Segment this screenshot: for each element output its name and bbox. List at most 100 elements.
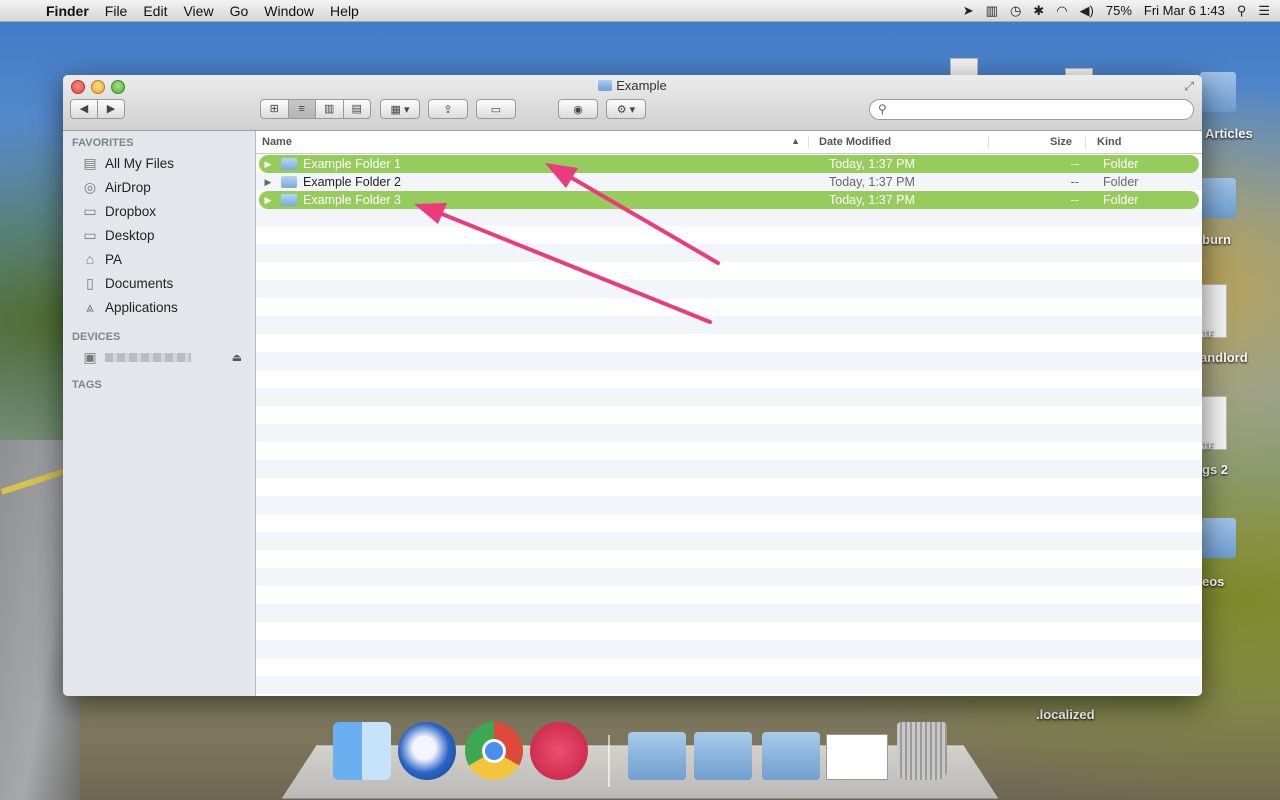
sidebar-item-desktop[interactable]: ▭ Desktop (63, 223, 255, 247)
sidebar-item-dropbox[interactable]: ▭ Dropbox (63, 199, 255, 223)
sidebar-item-home[interactable]: ⌂ PA (63, 247, 255, 271)
chrome-icon[interactable] (465, 722, 523, 780)
list-header: Name ▲ Date Modified Size Kind (256, 131, 1202, 154)
list-row-example-folder-3[interactable]: ▶ Example Folder 3 Today, 1:37 PM -- Fol… (259, 191, 1199, 209)
icon-view-button[interactable]: ⊞ (261, 100, 289, 118)
share-button[interactable]: ⇪ (428, 99, 468, 119)
list-row-example-folder-1[interactable]: ▶ Example Folder 1 Today, 1:37 PM -- Fol… (259, 155, 1199, 173)
skitch-icon[interactable] (530, 722, 588, 780)
skitch-icon[interactable]: ➤ (963, 3, 974, 19)
column-view-button[interactable]: ▥ (316, 100, 344, 118)
sidebar-item-label: PA (105, 251, 123, 267)
row-stripe (256, 442, 1202, 460)
fullscreen-icon[interactable]: ⤢ (1184, 79, 1194, 94)
row-stripe (256, 640, 1202, 658)
row-stripe (256, 622, 1202, 640)
search-icon: ⚲ (878, 102, 887, 116)
sidebar-item-all-my-files[interactable]: ▤ All My Files (63, 151, 255, 175)
row-stripe (256, 316, 1202, 334)
sidebar-item-documents[interactable]: ▯ Documents (63, 271, 255, 295)
sidebar-item-label: Desktop (105, 227, 155, 243)
arrange-button[interactable]: ▦ ▾ (380, 99, 420, 119)
sidebar-item-airdrop[interactable]: ◎ AirDrop (63, 175, 255, 199)
search-field[interactable]: ⚲ (869, 99, 1194, 120)
sidebar-item-device[interactable]: ▣ ⏏ (63, 345, 255, 369)
row-size: -- (1070, 157, 1079, 171)
thunderbird-icon[interactable] (398, 722, 456, 780)
time-machine-icon[interactable]: ◷ (1010, 3, 1021, 19)
row-stripe (256, 406, 1202, 424)
row-stripe (256, 514, 1202, 532)
sidebar-header-favorites: FAVORITES (72, 137, 134, 149)
device-name-redacted (105, 352, 191, 362)
sidebar-header-tags: TAGS (72, 379, 102, 391)
menu-go[interactable]: Go (222, 3, 257, 19)
row-name: Example Folder 2 (303, 175, 401, 189)
cover-flow-button[interactable]: ▤ (344, 100, 371, 118)
column-header-date-modified[interactable]: Date Modified (809, 136, 989, 148)
menu-finder[interactable]: Finder (44, 3, 97, 19)
clock[interactable]: Fri Mar 6 1:43 (1144, 3, 1225, 18)
folder-icon[interactable] (762, 732, 820, 780)
desktop-label: gs 2 (1202, 462, 1229, 477)
menu-help[interactable]: Help (322, 3, 367, 19)
disclosure-triangle-icon[interactable]: ▶ (259, 159, 277, 170)
desktop-label: eos (1202, 574, 1225, 589)
row-size: -- (1070, 193, 1079, 207)
row-kind: Folder (1103, 157, 1139, 171)
notification-center-icon[interactable]: ☰ (1258, 3, 1270, 19)
share-icon: ⇪ (443, 103, 453, 116)
desktop-folder-icon[interactable] (1200, 518, 1236, 558)
column-header-label: Name (262, 136, 292, 148)
row-stripe (256, 478, 1202, 496)
menu-edit[interactable]: Edit (135, 3, 175, 19)
sidebar-item-applications[interactable]: ⩓ Applications (63, 295, 255, 319)
forward-button[interactable]: ▶ (98, 100, 124, 118)
desktop-folder-icon[interactable] (1200, 72, 1236, 112)
quick-look-button[interactable]: ◉ (558, 99, 598, 119)
documents-icon: ▯ (86, 274, 94, 291)
row-stripe (256, 298, 1202, 316)
list-row-example-folder-2[interactable]: ▶ Example Folder 2 Today, 1:37 PM -- Fol… (259, 173, 1199, 191)
wifi-icon[interactable]: ◠ (1056, 3, 1067, 19)
menu-window[interactable]: Window (256, 3, 322, 19)
list-view-button[interactable]: ≡ (288, 100, 316, 118)
finder-icon[interactable] (333, 722, 391, 780)
sync-icon[interactable]: ▥ (986, 3, 998, 19)
battery-percent[interactable]: 75% (1106, 3, 1132, 18)
list-rows: ▶ Example Folder 1 Today, 1:37 PM -- Fol… (256, 154, 1202, 694)
volume-icon[interactable]: ◀) (1080, 3, 1094, 19)
spotlight-search-icon[interactable]: ⚲ (1237, 3, 1247, 19)
bluetooth-icon[interactable]: ✱ (1033, 3, 1044, 19)
menu-file[interactable]: File (97, 3, 136, 19)
row-stripe (256, 550, 1202, 568)
sidebar-item-label: All My Files (105, 155, 175, 171)
action-button[interactable]: ⚙ ▾ (606, 99, 646, 119)
column-header-name[interactable]: Name ▲ (256, 136, 809, 148)
airdrop-icon: ◎ (83, 178, 97, 195)
desktop-label: andlord (1200, 350, 1248, 365)
trash-icon[interactable] (897, 722, 947, 780)
folder-icon (281, 194, 297, 206)
edit-tags-button[interactable]: ▭ (476, 99, 516, 119)
eject-icon[interactable]: ⏏ (232, 351, 242, 364)
row-stripe (256, 208, 1202, 226)
all-files-icon: ▤ (83, 154, 97, 171)
column-header-kind[interactable]: Kind (1086, 136, 1121, 148)
sidebar-item-label: Dropbox (105, 203, 157, 219)
disclosure-triangle-icon[interactable]: ▶ (259, 195, 277, 206)
sidebar-header-devices: DEVICES (72, 331, 121, 343)
window-title-text: Example (616, 78, 667, 93)
view-mode-control: ⊞ ≡ ▥ ▤ (260, 99, 371, 119)
menu-view[interactable]: View (175, 3, 221, 19)
window-title: Example (63, 78, 1202, 93)
desktop-folder-icon[interactable] (1200, 178, 1236, 218)
documents-folder-icon[interactable] (694, 732, 752, 780)
sidebar-item-label: Documents (105, 275, 174, 291)
column-header-size[interactable]: Size (989, 136, 1086, 148)
disclosure-triangle-icon[interactable]: ▶ (259, 177, 277, 188)
back-button[interactable]: ◀ (71, 100, 98, 118)
applications-folder-icon[interactable] (628, 732, 686, 780)
folder-icon (281, 158, 297, 170)
screenshot-icon[interactable] (826, 734, 888, 780)
